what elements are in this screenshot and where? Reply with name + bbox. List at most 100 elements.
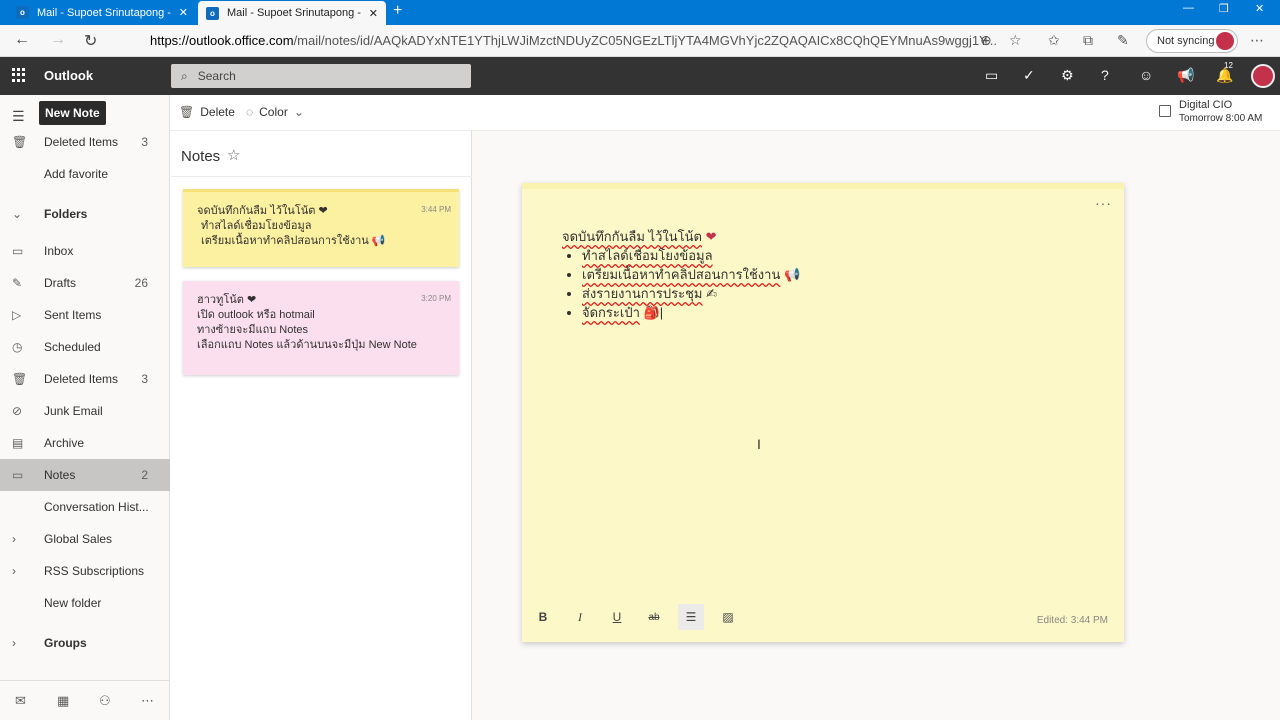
block-icon: ⊘ [12, 404, 23, 418]
back-icon[interactable]: ← [14, 31, 30, 49]
nav-item-global-sales[interactable]: › Global Sales [0, 523, 170, 555]
browser-tab[interactable]: o Mail - Supoet Srinutapong - Out ✕ [8, 0, 196, 25]
nav-item-inbox[interactable]: ▭ Inbox [0, 235, 170, 267]
hamburger-icon[interactable]: ☰ [12, 108, 25, 125]
close-window-button[interactable]: ✕ [1255, 2, 1264, 15]
nav-item-new-folder[interactable]: New folder [0, 587, 170, 619]
tab-title: Mail - Supoet Srinutapong - Out [227, 7, 363, 19]
divider [171, 176, 472, 177]
add-icon[interactable]: ⊕ [980, 32, 992, 49]
minimize-button[interactable]: — [1183, 2, 1194, 14]
url-field[interactable]: https://outlook.office.com/mail/notes/id… [150, 33, 997, 48]
nav-item-deleted-items[interactable]: 🗑 Deleted Items 3 [0, 363, 170, 395]
notes-list-title: Notes [181, 148, 221, 165]
bullet-item: ทำสไลด์เชื่อมโยงข้อมูล [582, 246, 800, 265]
sync-label: Not syncing [1157, 35, 1215, 47]
note-card[interactable]: 3:44 PM จดบันทึกกันลืม ไว้ในโน้ต ❤ ทำสไล… [183, 189, 459, 267]
smiley-icon[interactable]: ☺ [1139, 67, 1153, 83]
maximize-button[interactable]: ❐ [1219, 2, 1229, 15]
outlook-header: Outlook ⌕ Search ▭ ✓ ⚙ ? ☺ 📢 🔔 12 [0, 57, 1280, 95]
browser-tab-bar: o Mail - Supoet Srinutapong - Out ✕ o Ma… [0, 0, 1280, 25]
star-icon[interactable]: ☆ [227, 146, 240, 164]
trash-icon: 🗑 [12, 372, 28, 386]
nav-folders-header[interactable]: ⌄ Folders [0, 198, 170, 230]
note-card[interactable]: 3:20 PM ฮาวทูโน้ต ❤ เปิด outlook หรือ ho… [183, 281, 459, 375]
search-box[interactable]: ⌕ Search [171, 64, 471, 88]
people-icon[interactable]: ⚇ [99, 693, 111, 709]
calendar-icon[interactable]: ▦ [57, 693, 69, 709]
megaphone-icon[interactable]: 📢 [1177, 67, 1194, 84]
delete-button[interactable]: 🗑 Delete [179, 105, 235, 119]
app-launcher-icon[interactable] [12, 68, 26, 82]
feedback-icon[interactable]: ✎ [1117, 32, 1129, 49]
bullet-item: จัดกระเป๋า 🎒| [582, 303, 800, 322]
heart-icon: ❤ [705, 229, 717, 244]
refresh-icon[interactable]: ↻ [84, 31, 97, 51]
favorites-icon[interactable]: ✩ [1048, 32, 1060, 49]
tab-title: Mail - Supoet Srinutapong - Out [37, 6, 173, 19]
text-cursor-icon: I [757, 436, 761, 452]
bullet-list-button[interactable]: ☰ [678, 604, 704, 630]
notification-count: 12 [1224, 61, 1233, 70]
trash-icon: 🗑 [12, 135, 28, 149]
bold-button[interactable]: B [530, 604, 556, 630]
chevron-right-icon: › [12, 636, 16, 650]
bullet-list: ทำสไลด์เชื่อมโยงข้อมูล เตรียมเนื้อหาทำคล… [582, 246, 800, 322]
backpack-icon: 🎒 [643, 305, 660, 320]
close-icon[interactable]: ✕ [369, 7, 378, 20]
writing-hand-icon: ✍ [706, 286, 718, 301]
forward-icon[interactable]: → [50, 31, 66, 49]
nav-item-rss-subscriptions[interactable]: › RSS Subscriptions [0, 555, 170, 587]
send-icon: ▷ [12, 308, 22, 322]
trash-icon: 🗑 [179, 105, 195, 119]
strikethrough-button[interactable]: ab [641, 604, 667, 630]
todo-icon[interactable]: ✓ [1023, 67, 1035, 84]
collections-icon[interactable]: ⧉ [1083, 32, 1093, 49]
left-navigation: ☰ New Note 🗑 Deleted Items 3 Add favorit… [0, 95, 170, 720]
image-icon[interactable]: ▨ [715, 604, 741, 630]
archive-icon: ▤ [12, 436, 24, 450]
star-icon[interactable]: ☆ [1009, 32, 1022, 49]
chevron-right-icon[interactable]: › [12, 564, 16, 578]
nav-groups-header[interactable]: › Groups [0, 627, 170, 659]
nav-item-archive[interactable]: ▤ Archive [0, 427, 170, 459]
address-bar: ← → ↻ https://outlook.office.com/mail/no… [0, 25, 1280, 57]
chevron-down-icon: ⌄ [12, 207, 23, 221]
nav-item-deleted-items-fav[interactable]: 🗑 Deleted Items 3 [0, 126, 170, 158]
pencil-icon: ✎ [12, 276, 23, 290]
nav-item-add-favorite[interactable]: Add favorite [0, 158, 170, 190]
underline-button[interactable]: U [604, 604, 630, 630]
nav-item-scheduled[interactable]: ◷ Scheduled [0, 331, 170, 363]
color-button[interactable]: ◌ Color ⌄ [246, 105, 304, 119]
nav-item-sent-items[interactable]: ▷ Sent Items [0, 299, 170, 331]
italic-button[interactable]: I [567, 604, 593, 630]
note-editor[interactable]: ··· จดบันทึกกันลืม ไว้ในโน้ต ❤ ทำสไลด์เช… [522, 183, 1124, 642]
more-options-icon[interactable]: ··· [1095, 195, 1112, 211]
new-note-button[interactable]: New Note [39, 101, 106, 125]
browser-tab-active[interactable]: o Mail - Supoet Srinutapong - Out ✕ [198, 1, 386, 25]
help-icon[interactable]: ? [1101, 67, 1109, 83]
calendar-icon [1159, 105, 1171, 117]
search-placeholder: Search [197, 69, 236, 83]
new-tab-button[interactable]: + [393, 2, 402, 20]
search-icon: ⌕ [181, 68, 188, 83]
note-title: จดบันทึกกันลืม ไว้ในโน้ต ❤ [562, 229, 717, 244]
more-icon[interactable]: ⋯ [1250, 32, 1264, 49]
nav-item-drafts[interactable]: ✎ Drafts 26 [0, 267, 170, 299]
more-apps-icon[interactable]: ⋯ [141, 693, 154, 709]
note-content[interactable]: จดบันทึกกันลืม ไว้ในโน้ต ❤ ทำสไลด์เชื่อม… [562, 227, 800, 322]
sync-status-button[interactable]: Not syncing [1146, 29, 1238, 53]
close-icon[interactable]: ✕ [179, 6, 188, 19]
chat-icon[interactable]: ▭ [985, 67, 998, 84]
nav-item-junk-email[interactable]: ⊘ Junk Email [0, 395, 170, 427]
nav-item-conversation-history[interactable]: Conversation Hist... [0, 491, 170, 523]
notes-list-pane: Notes ☆ 3:44 PM จดบันทึกกันลืม ไว้ในโน้ต… [171, 131, 472, 720]
command-bar: 🗑 Delete ◌ Color ⌄ [170, 95, 1280, 131]
nav-item-notes[interactable]: ▭ Notes 2 [0, 459, 170, 491]
settings-icon[interactable]: ⚙ [1061, 67, 1074, 84]
note-icon: ▭ [12, 468, 24, 482]
chevron-right-icon[interactable]: › [12, 532, 16, 546]
user-avatar[interactable] [1251, 64, 1275, 88]
clock-icon: ◷ [12, 340, 23, 354]
mail-icon[interactable]: ✉ [15, 693, 26, 709]
